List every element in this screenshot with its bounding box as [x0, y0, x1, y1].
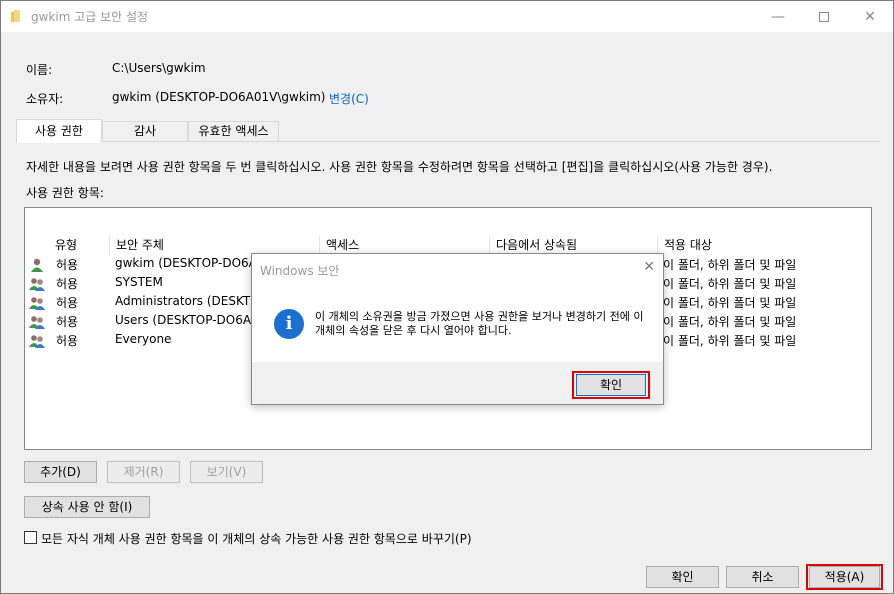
- windows-security-dialog: Windows 보안 ✕ i 이 개체의 소유권을 방금 가졌으면 사용 권한을…: [251, 253, 664, 405]
- dialog-title: Windows 보안: [260, 264, 340, 278]
- minimize-button[interactable]: —: [755, 1, 801, 32]
- close-icon: ✕: [643, 259, 655, 275]
- apply-highlight-box: [806, 564, 883, 590]
- row-principal: gwkim (DESKTOP-DO6A0: [115, 256, 265, 270]
- row-applies-to: 이 폴더, 하위 폴더 및 파일: [663, 258, 797, 272]
- tab-permissions[interactable]: 사용 권한: [16, 119, 102, 143]
- maximize-icon: [819, 11, 829, 22]
- permission-entries-label: 사용 권한 항목:: [26, 186, 104, 200]
- name-value: C:\Users\gwkim: [112, 61, 206, 75]
- owner-value: gwkim (DESKTOP-DO6A01V\gwkim): [112, 90, 326, 104]
- window-title: gwkim 고급 보안 설정: [31, 10, 149, 24]
- tab-auditing[interactable]: 감사: [102, 121, 188, 142]
- row-type: 허용: [56, 277, 79, 291]
- cancel-button[interactable]: 취소: [726, 566, 799, 588]
- row-type: 허용: [56, 258, 79, 272]
- row-type: 허용: [56, 315, 79, 329]
- add-button[interactable]: 추가(D): [24, 461, 97, 483]
- user-group-icon: [29, 335, 45, 348]
- row-applies-to: 이 폴더, 하위 폴더 및 파일: [663, 277, 797, 291]
- dialog-message: 이 개체의 소유권을 방금 가졌으면 사용 권한을 보거나 변경하기 전에 이 …: [315, 310, 644, 337]
- row-type: 허용: [56, 296, 79, 310]
- dialog-ok-highlight-box: [572, 371, 650, 399]
- disable-inheritance-button[interactable]: 상속 사용 안 함(I): [24, 496, 150, 518]
- row-applies-to: 이 폴더, 하위 폴더 및 파일: [663, 296, 797, 310]
- remove-button[interactable]: 제거(R): [107, 461, 180, 483]
- column-header-applies-to[interactable]: 적용 대상: [657, 236, 871, 256]
- row-principal: Users (DESKTOP-DO6A01: [115, 313, 267, 327]
- owner-label: 소유자:: [26, 92, 64, 106]
- row-principal: SYSTEM: [115, 275, 163, 289]
- row-type: 허용: [56, 334, 79, 348]
- single-user-icon: [31, 258, 43, 272]
- row-principal: Administrators (DESKTOP: [115, 294, 267, 308]
- tab-effective-access[interactable]: 유효한 액세스: [188, 121, 279, 142]
- row-applies-to: 이 폴더, 하위 폴더 및 파일: [663, 315, 797, 329]
- view-button[interactable]: 보기(V): [190, 461, 263, 483]
- user-group-icon: [29, 278, 45, 291]
- dialog-close-button[interactable]: ✕: [643, 259, 655, 275]
- close-icon: ✕: [864, 8, 876, 25]
- row-applies-to: 이 폴더, 하위 폴더 및 파일: [663, 334, 797, 348]
- info-icon: i: [274, 309, 304, 339]
- maximize-button[interactable]: [801, 1, 847, 32]
- name-label: 이름:: [26, 63, 53, 77]
- minimize-icon: —: [771, 8, 785, 25]
- user-group-icon: [29, 297, 45, 310]
- title-bar: gwkim 고급 보안 설정 — ✕: [1, 1, 893, 32]
- change-owner-link[interactable]: 변경(C): [329, 90, 369, 107]
- folder-icon: [11, 10, 20, 22]
- ok-button[interactable]: 확인: [646, 566, 719, 588]
- instructions-text: 자세한 내용을 보려면 사용 권한 항목을 두 번 클릭하십시오. 사용 권한 …: [26, 160, 773, 174]
- replace-child-permissions-checkbox[interactable]: [24, 531, 37, 544]
- dialog-footer: 확인: [252, 362, 663, 404]
- row-principal: Everyone: [115, 332, 172, 346]
- advanced-security-settings-window: gwkim 고급 보안 설정 — ✕ 이름: C:\Users\gwkim 소유…: [0, 0, 894, 594]
- column-header-type[interactable]: 유형: [49, 236, 109, 256]
- user-group-icon: [29, 316, 45, 329]
- close-button[interactable]: ✕: [847, 1, 893, 32]
- replace-child-permissions-label: 모든 자식 개체 사용 권한 항목을 이 개체의 상속 가능한 사용 권한 항목…: [41, 532, 472, 546]
